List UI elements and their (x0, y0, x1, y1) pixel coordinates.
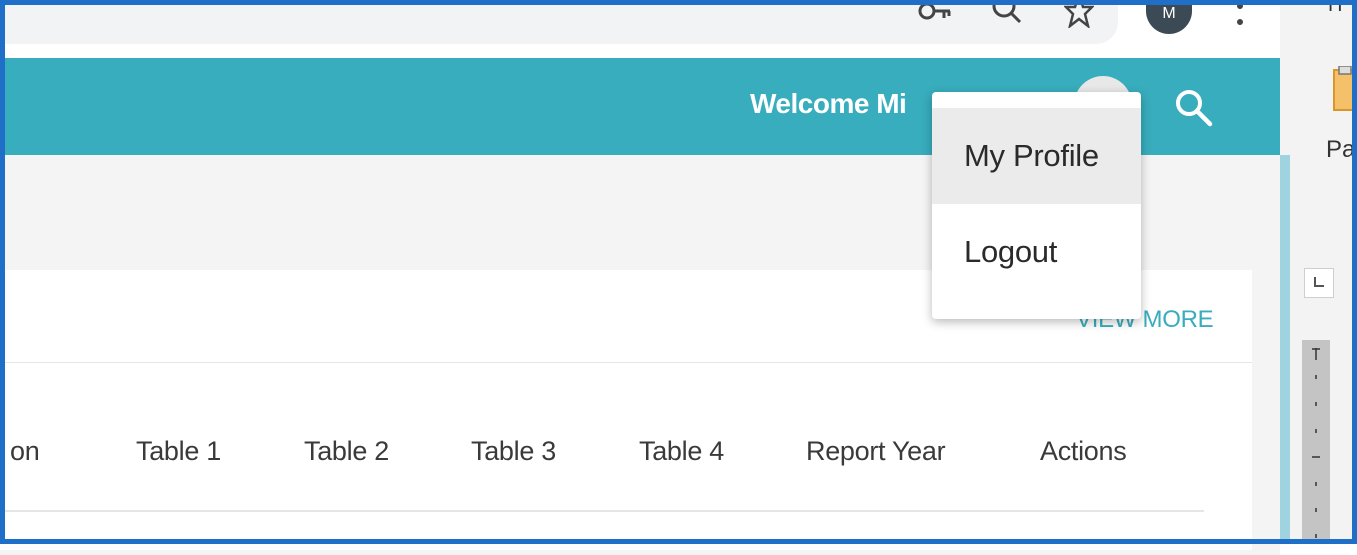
table-header-divider (0, 510, 1204, 512)
column-header-actions[interactable]: Actions (1040, 436, 1127, 467)
panel-accent (1280, 155, 1290, 544)
search-button[interactable] (1172, 86, 1216, 130)
paste-label[interactable]: Pa (1326, 136, 1355, 164)
menu-item-logout[interactable]: Logout (932, 204, 1141, 300)
column-header-table-4[interactable]: Table 4 (639, 436, 724, 467)
column-header[interactable]: on (10, 436, 40, 467)
paste-icon[interactable] (1332, 66, 1354, 114)
key-icon[interactable] (918, 2, 952, 28)
profile-avatar[interactable]: M (1146, 0, 1192, 34)
column-header-report-year[interactable]: Report Year (806, 436, 946, 467)
side-panel: H Pa (1280, 0, 1357, 544)
more-menu-icon[interactable] (1236, 2, 1244, 34)
welcome-text: Welcome Mi (750, 88, 907, 119)
menu-item-my-profile[interactable]: My Profile (932, 108, 1141, 204)
card-divider (0, 362, 1252, 363)
side-top-char: H (1328, 0, 1343, 16)
tab-stop-selector[interactable] (1304, 268, 1334, 298)
vertical-ruler (1302, 340, 1330, 544)
column-header-table-1[interactable]: Table 1 (136, 436, 221, 467)
column-header-table-3[interactable]: Table 3 (471, 436, 556, 467)
star-icon[interactable] (1062, 0, 1096, 32)
browser-toolbar: M (0, 0, 1290, 58)
column-header-table-2[interactable]: Table 2 (304, 436, 389, 467)
user-menu-dropdown: My Profile Logout (932, 92, 1141, 319)
zoom-icon[interactable] (990, 0, 1024, 30)
search-icon (1176, 90, 1213, 127)
